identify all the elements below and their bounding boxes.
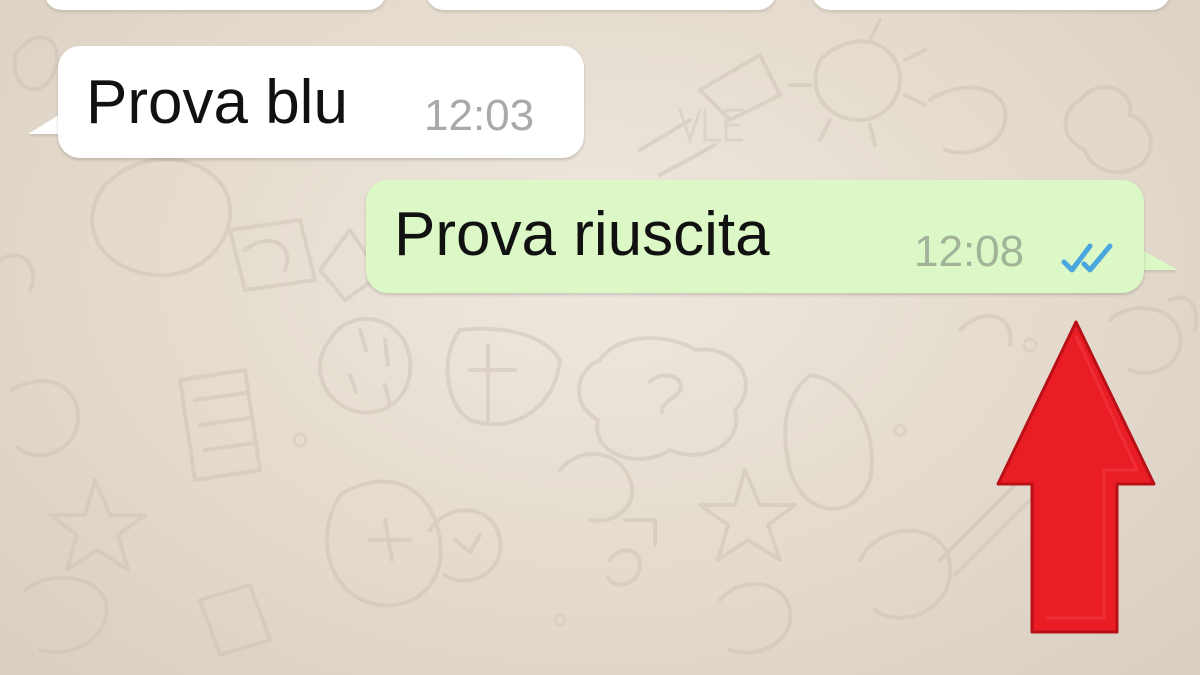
double-check-read-icon — [1061, 243, 1113, 273]
previous-message-bubble-middle[interactable] — [426, 0, 776, 10]
red-up-arrow-icon — [996, 320, 1156, 634]
chat-background: Prova blu 12:03 Prova riuscita 12:08 — [0, 0, 1200, 675]
message-timestamp: 12:03 — [424, 91, 535, 140]
message-text: Prova riuscita — [394, 200, 770, 269]
previous-message-bubble-right[interactable] — [812, 0, 1170, 10]
outgoing-bubble-tail — [1138, 248, 1178, 270]
message-timestamp: 12:08 — [914, 227, 1025, 276]
outgoing-message-bubble[interactable]: Prova riuscita 12:08 — [366, 180, 1144, 293]
previous-message-bubble-left[interactable] — [44, 0, 386, 10]
incoming-message-bubble[interactable]: Prova blu 12:03 — [58, 46, 584, 158]
message-text: Prova blu — [86, 68, 348, 137]
